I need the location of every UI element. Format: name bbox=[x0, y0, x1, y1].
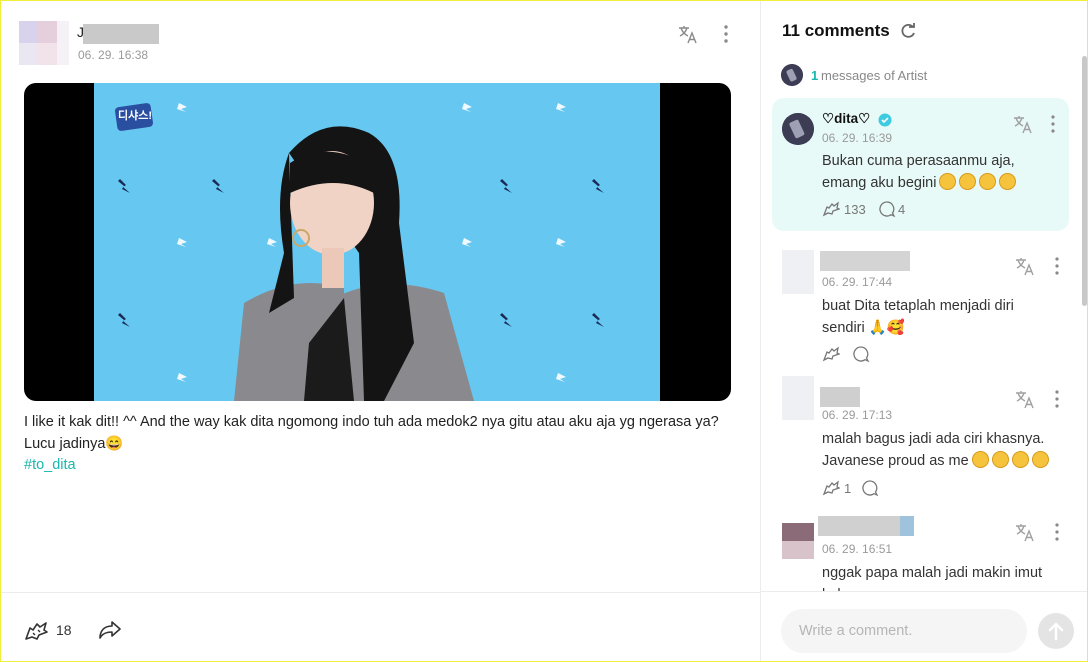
author-avatar[interactable] bbox=[19, 21, 69, 65]
comment-item: 06. 29. 17:44 buat Dita tetaplah menjadi… bbox=[772, 241, 1069, 371]
comment-text: buat Dita tetaplah menjadi diri sendiri … bbox=[822, 298, 1014, 336]
cheer-icon[interactable] bbox=[23, 619, 51, 643]
comments-title: 11 comments bbox=[782, 21, 890, 40]
comments-panel: 11 comments 1 messages of Artist ♡dita♡ … bbox=[760, 1, 1087, 661]
smiling-hearts-emoji-icon bbox=[1011, 451, 1029, 468]
translate-icon[interactable] bbox=[1014, 255, 1036, 277]
comment-text: nggak papa malah jadi makin imut kak bbox=[822, 565, 1043, 591]
smiling-hearts-emoji-icon bbox=[971, 451, 989, 468]
artist-comment: ♡dita♡ 06. 29. 16:39 Bukan cuma perasaan… bbox=[772, 98, 1069, 231]
translate-icon[interactable] bbox=[677, 23, 699, 45]
post-footer: 18 bbox=[1, 592, 760, 661]
comment-avatar[interactable] bbox=[782, 523, 814, 559]
post-header: J 06. 29. 16:38 bbox=[19, 21, 739, 65]
comment-reply-count: 4 bbox=[898, 202, 906, 217]
refresh-icon[interactable] bbox=[899, 22, 917, 40]
comment-input[interactable] bbox=[781, 609, 1027, 653]
post-panel: J 06. 29. 16:38 디샤스! I like it kak dit!!… bbox=[1, 1, 760, 661]
more-options-icon[interactable] bbox=[1048, 113, 1058, 135]
comment-author-name-blur bbox=[820, 251, 910, 271]
video-logo: 디샤스! bbox=[118, 110, 153, 122]
comment-item: 06. 29. 16:51 nggak papa malah jadi maki… bbox=[772, 507, 1069, 591]
more-options-icon[interactable] bbox=[719, 23, 733, 45]
more-options-icon[interactable] bbox=[1052, 388, 1062, 410]
translate-icon[interactable] bbox=[1014, 388, 1036, 410]
comment-author-name-blur bbox=[818, 516, 902, 536]
artist-comment-avatar[interactable] bbox=[782, 113, 814, 145]
grin-emoji-icon bbox=[939, 173, 957, 190]
cheer-count: 18 bbox=[56, 622, 72, 638]
rofl-emoji-icon bbox=[979, 173, 997, 190]
video-thumbnail bbox=[94, 83, 660, 401]
comment-timestamp: 06. 29. 16:39 bbox=[822, 131, 893, 145]
post-hashtag[interactable]: #to_dita bbox=[24, 457, 76, 473]
post-timestamp: 06. 29. 16:38 bbox=[78, 48, 149, 62]
comment-author-name[interactable]: ♡dita♡ bbox=[822, 111, 870, 127]
comment-composer bbox=[761, 591, 1087, 661]
post-body: I like it kak dit!! ^^ And the way kak d… bbox=[24, 414, 719, 452]
comment-text: Bukan cuma perasaanmu aja, emang aku beg… bbox=[822, 153, 1017, 191]
rofl-emoji-icon bbox=[999, 173, 1017, 190]
comment-cheer-count: 133 bbox=[844, 202, 866, 217]
comment-avatar[interactable] bbox=[782, 376, 814, 420]
reply-icon[interactable] bbox=[878, 200, 896, 218]
comment-item: 06. 29. 17:13 malah bagus jadi ada ciri … bbox=[772, 374, 1069, 504]
comment-avatar[interactable] bbox=[782, 250, 814, 294]
comment-author-name-blur bbox=[820, 387, 860, 407]
author-name-blur bbox=[83, 24, 159, 44]
comment-timestamp: 06. 29. 17:13 bbox=[822, 408, 893, 422]
share-icon[interactable] bbox=[97, 618, 123, 642]
comment-author-name-blur bbox=[900, 516, 914, 536]
rofl-emoji-icon bbox=[959, 173, 977, 190]
reply-icon[interactable] bbox=[852, 345, 870, 363]
cheer-icon[interactable] bbox=[822, 345, 840, 363]
arrow-up-icon bbox=[1048, 622, 1064, 641]
cheer-icon[interactable] bbox=[822, 200, 840, 218]
artist-message-count: 1 bbox=[811, 68, 819, 83]
reply-icon[interactable] bbox=[861, 479, 879, 497]
comment-timestamp: 06. 29. 16:51 bbox=[822, 542, 893, 556]
scrollbar[interactable] bbox=[1082, 56, 1087, 306]
verified-badge-icon bbox=[878, 113, 892, 127]
more-options-icon[interactable] bbox=[1052, 255, 1062, 277]
more-options-icon[interactable] bbox=[1052, 521, 1062, 543]
artist-message-label: messages of Artist bbox=[821, 68, 928, 83]
comment-cheer-count: 1 bbox=[844, 481, 852, 496]
comment-timestamp: 06. 29. 17:44 bbox=[822, 275, 893, 289]
translate-icon[interactable] bbox=[1012, 113, 1034, 135]
video-player[interactable]: 디샤스! bbox=[24, 83, 731, 401]
smiling-hearts-emoji-icon bbox=[991, 451, 1009, 468]
smiling-hearts-emoji-icon bbox=[1031, 451, 1049, 468]
artist-avatar bbox=[781, 64, 803, 86]
send-button[interactable] bbox=[1038, 613, 1074, 649]
translate-icon[interactable] bbox=[1014, 521, 1036, 543]
comment-text: malah bagus jadi ada ciri khasnya. Javan… bbox=[822, 428, 1052, 472]
cheer-icon[interactable] bbox=[822, 479, 840, 497]
video-frame: 디샤스! bbox=[94, 83, 660, 401]
